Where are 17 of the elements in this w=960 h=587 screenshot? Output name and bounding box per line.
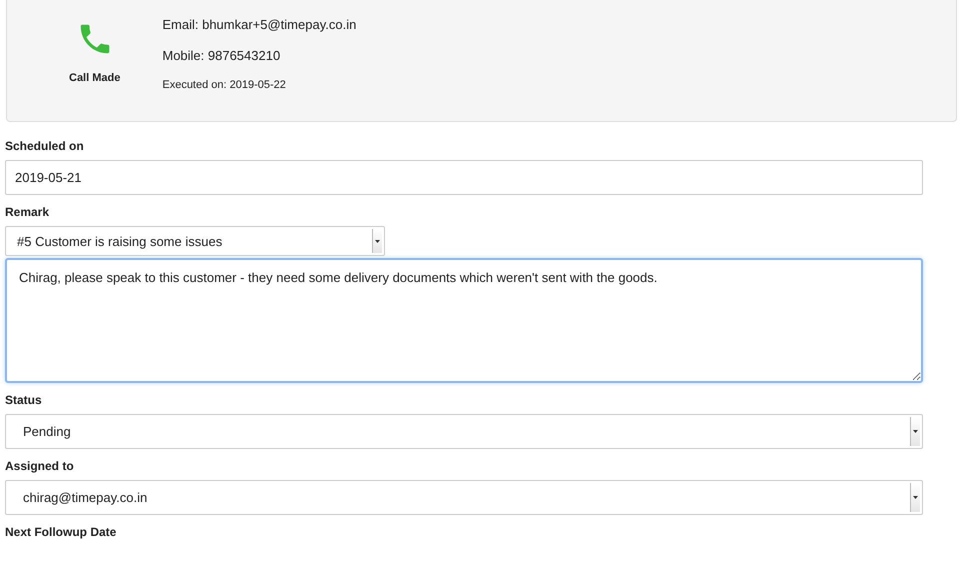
- date-field[interactable]: 2019-05-21: [5, 160, 923, 195]
- field-label: Scheduled on: [5, 139, 85, 153]
- field-label: Next Followup Date: [5, 525, 118, 539]
- remark-textarea[interactable]: Chirag, please speak to this customer - they need some delivery documents which weren't sent with the goods.: [5, 258, 923, 383]
- activity-type: Call Made: [69, 72, 120, 84]
- mobile-text: Mobile: 9876543210: [162, 48, 282, 63]
- field-label: Status: [5, 393, 43, 407]
- executed-date: Executed on: 2019-05-22: [162, 79, 287, 91]
- dropdown[interactable]: Pending: [5, 414, 923, 449]
- caret-icon: [913, 430, 918, 433]
- caret-icon: [913, 496, 918, 499]
- field-label: Remark: [5, 205, 50, 219]
- caret-icon: [375, 240, 380, 242]
- field-label: Assigned to: [5, 459, 75, 473]
- email-text: Email: bhumkar+5@timepay.co.in: [162, 17, 356, 32]
- dropdown[interactable]: #5 Customer is raising some issues: [5, 226, 385, 256]
- dropdown[interactable]: chirag@timepay.co.in: [5, 480, 923, 515]
